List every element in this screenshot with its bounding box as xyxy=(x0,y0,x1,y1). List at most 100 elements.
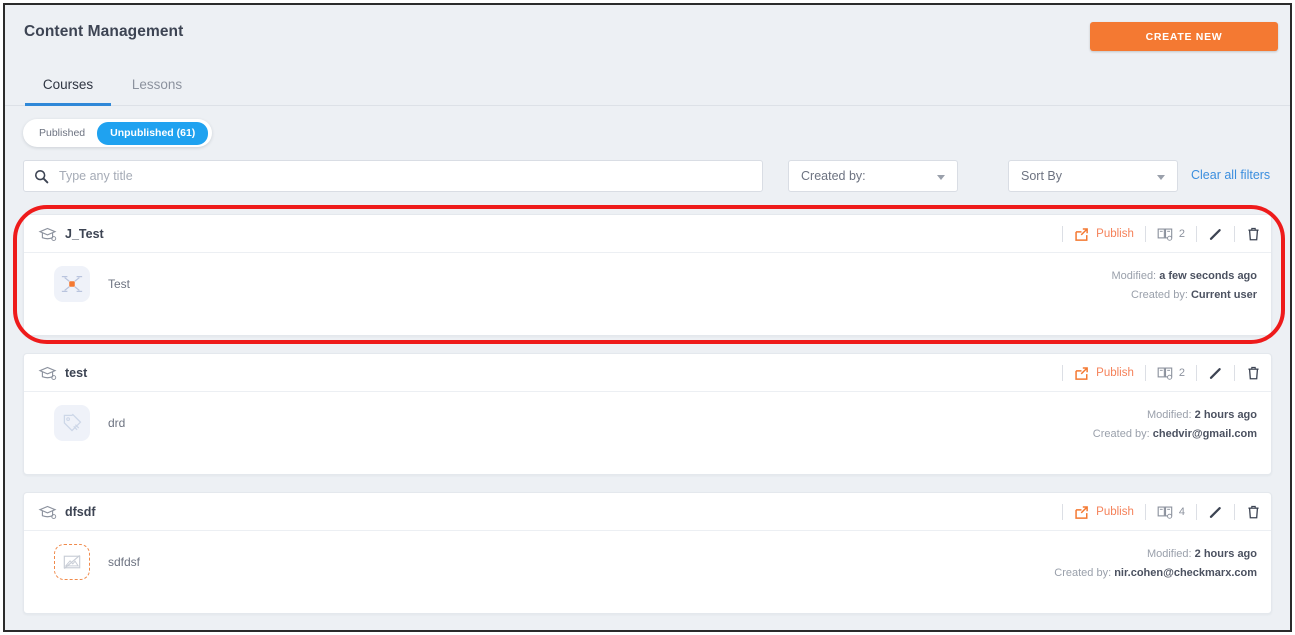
action-divider xyxy=(1144,226,1146,242)
delete-button[interactable] xyxy=(1246,365,1261,381)
chevron-down-icon xyxy=(937,175,945,180)
lesson-count: 2 xyxy=(1178,228,1185,240)
publish-external-link-icon xyxy=(1074,227,1089,242)
action-divider xyxy=(1144,504,1146,520)
created-by-select[interactable]: Created by: xyxy=(788,160,958,192)
created-by-line: Created by: Current user xyxy=(1111,286,1257,305)
course-name: J_Test xyxy=(65,227,104,241)
search-box[interactable] xyxy=(23,160,763,192)
course-actions: Publish 4 xyxy=(1051,493,1261,531)
clear-all-filters-link[interactable]: Clear all filters xyxy=(1191,168,1270,182)
lessons-count-button[interactable]: 4 xyxy=(1157,505,1185,520)
course-name: dfsdf xyxy=(65,505,96,519)
created-by-value: chedvir@gmail.com xyxy=(1152,428,1257,440)
course-card: dfsdf Publish 4 sdfdsf Modified: 2 hours… xyxy=(23,492,1272,614)
created-by-label: Created by: xyxy=(1092,428,1150,440)
action-divider xyxy=(1234,504,1235,520)
app-window: Content Management CREATE NEW Courses Le… xyxy=(3,3,1292,632)
create-new-button[interactable]: CREATE NEW xyxy=(1090,22,1278,51)
lesson-row[interactable]: drd Modified: 2 hours ago Created by: ch… xyxy=(24,392,1271,475)
toggle-option-unpublished[interactable]: Unpublished (61) xyxy=(97,121,209,145)
created-by-value: Current user xyxy=(1190,289,1257,301)
graduation-cap-icon xyxy=(38,365,57,382)
action-divider xyxy=(1062,226,1064,242)
action-divider xyxy=(1062,365,1064,381)
lessons-count-button[interactable]: 2 xyxy=(1157,227,1185,242)
delete-button[interactable] xyxy=(1246,226,1261,242)
modified-value: 2 hours ago xyxy=(1194,409,1257,421)
page-title: Content Management xyxy=(24,23,184,40)
course-meta: Modified: 2 hours ago Created by: nir.co… xyxy=(1054,545,1257,583)
lesson-title: sdfdsf xyxy=(108,555,141,569)
lessons-count-button[interactable]: 2 xyxy=(1157,366,1185,381)
pencil-icon xyxy=(1208,366,1223,381)
delete-button[interactable] xyxy=(1246,504,1261,520)
action-divider xyxy=(1196,365,1197,381)
search-input[interactable] xyxy=(57,161,757,191)
edit-button[interactable] xyxy=(1208,505,1223,520)
action-divider xyxy=(1234,226,1235,242)
course-card: J_Test Publish 2 Test Modified: a few se… xyxy=(23,214,1272,336)
modified-line: Modified: a few seconds ago xyxy=(1111,267,1257,286)
edit-button[interactable] xyxy=(1208,366,1223,381)
lesson-title: drd xyxy=(108,416,126,430)
created-by-value: nir.cohen@checkmarx.com xyxy=(1114,567,1257,579)
sort-by-label: Sort By xyxy=(1021,169,1062,183)
tab-bar: Courses Lessons xyxy=(5,67,1290,106)
created-by-label: Created by: xyxy=(801,169,866,183)
lesson-row[interactable]: sdfdsf Modified: 2 hours ago Created by:… xyxy=(24,531,1271,614)
lesson-thumbnail xyxy=(54,544,90,580)
pencil-icon xyxy=(1208,227,1223,242)
pencil-icon xyxy=(1208,505,1223,520)
publish-button[interactable]: Publish xyxy=(1074,227,1134,242)
course-meta: Modified: 2 hours ago Created by: chedvi… xyxy=(1093,406,1257,444)
publish-external-link-icon xyxy=(1074,505,1089,520)
course-name: test xyxy=(65,366,88,380)
edit-button[interactable] xyxy=(1208,227,1223,242)
graduation-cap-icon xyxy=(38,226,57,243)
modified-label: Modified: xyxy=(1146,409,1192,421)
publish-label: Publish xyxy=(1096,506,1134,518)
trash-icon xyxy=(1246,504,1261,520)
filter-bar: Created by: Sort By Clear all filters xyxy=(5,160,1290,192)
created-by-label: Created by: xyxy=(1131,289,1188,301)
course-actions: Publish 2 xyxy=(1051,354,1261,392)
lesson-count: 2 xyxy=(1178,367,1185,379)
course-header: J_Test Publish 2 xyxy=(24,215,1271,253)
modified-label: Modified: xyxy=(1146,548,1192,560)
toggle-option-published[interactable]: Published xyxy=(27,122,97,144)
modified-value: a few seconds ago xyxy=(1159,270,1257,282)
modified-value: 2 hours ago xyxy=(1194,548,1257,560)
created-by-label: Created by: xyxy=(1054,567,1112,579)
publish-button[interactable]: Publish xyxy=(1074,366,1134,381)
action-divider xyxy=(1234,365,1235,381)
drone-icon xyxy=(61,276,83,292)
search-icon xyxy=(34,169,49,184)
trash-icon xyxy=(1246,365,1261,381)
action-divider xyxy=(1144,365,1146,381)
publish-button[interactable]: Publish xyxy=(1074,505,1134,520)
action-divider xyxy=(1196,504,1197,520)
chevron-down-icon xyxy=(1157,175,1165,180)
lesson-thumbnail xyxy=(54,405,90,441)
created-by-line: Created by: chedvir@gmail.com xyxy=(1093,425,1257,444)
course-meta: Modified: a few seconds ago Created by: … xyxy=(1111,267,1257,305)
graduation-cap-icon xyxy=(38,504,57,521)
publish-external-link-icon xyxy=(1074,366,1089,381)
book-lessons-icon xyxy=(1157,505,1174,520)
trash-icon xyxy=(1246,226,1261,242)
created-by-line: Created by: nir.cohen@checkmarx.com xyxy=(1054,564,1257,583)
course-actions: Publish 2 xyxy=(1051,215,1261,253)
tab-lessons[interactable]: Lessons xyxy=(117,67,197,106)
tab-courses[interactable]: Courses xyxy=(25,67,111,106)
action-divider xyxy=(1196,226,1197,242)
course-header: test Publish 2 xyxy=(24,354,1271,392)
sort-by-select[interactable]: Sort By xyxy=(1008,160,1178,192)
publish-status-toggle: Published Unpublished (61) xyxy=(23,119,213,147)
modified-line: Modified: 2 hours ago xyxy=(1054,545,1257,564)
broken-image-icon xyxy=(63,555,81,569)
lesson-row[interactable]: Test Modified: a few seconds ago Created… xyxy=(24,253,1271,336)
tag-icon xyxy=(63,413,82,432)
publish-label: Publish xyxy=(1096,367,1134,379)
course-card: test Publish 2 drd Modified: 2 hours ago… xyxy=(23,353,1272,475)
